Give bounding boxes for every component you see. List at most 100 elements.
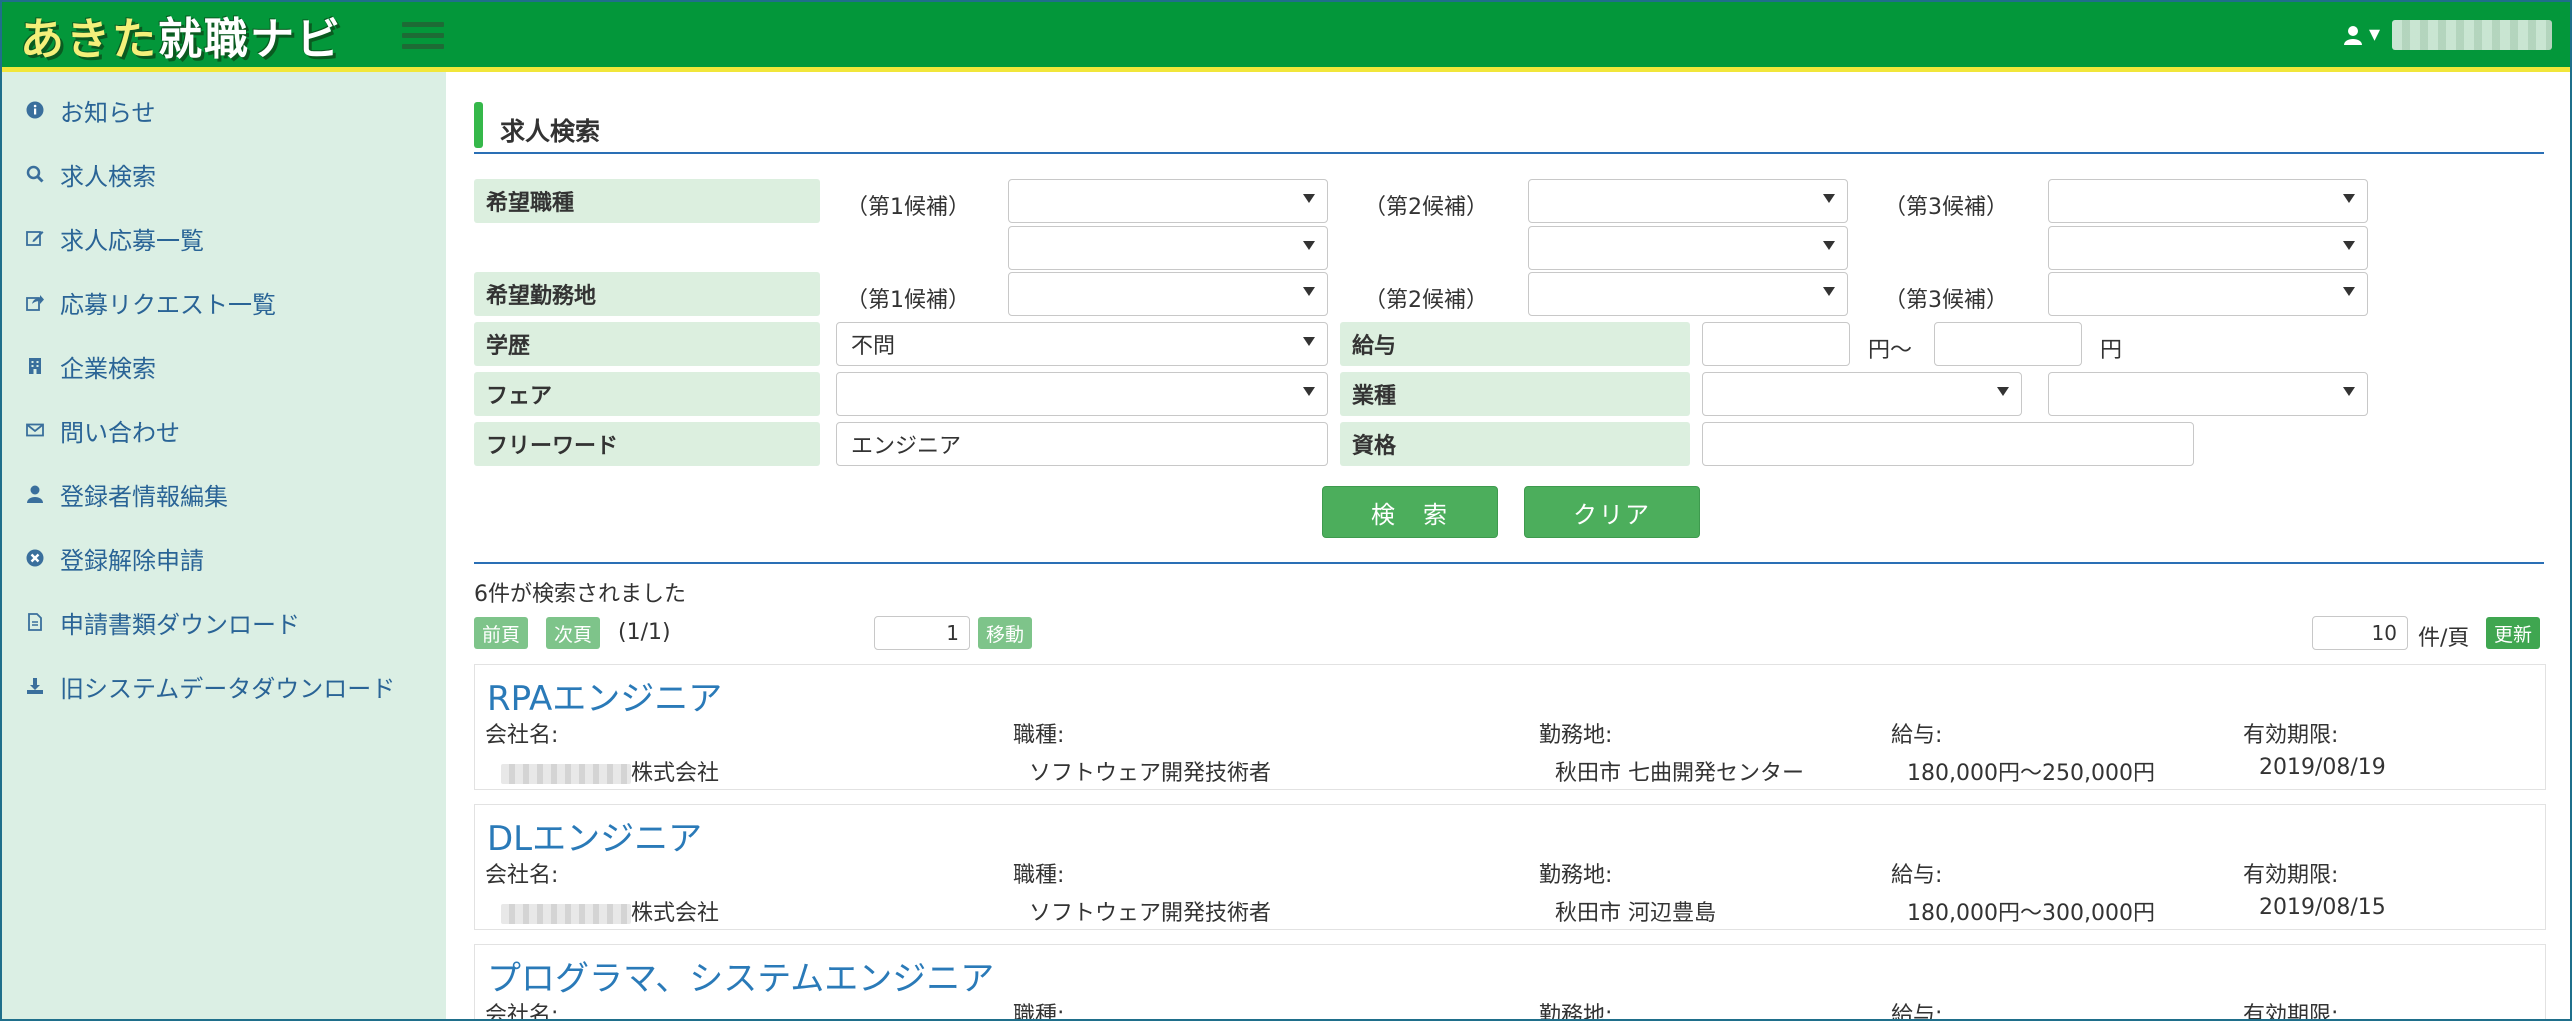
location-label: 勤務地: xyxy=(1539,1003,1613,1021)
page-indicator: (1/1) xyxy=(618,620,671,645)
location-col: 勤務地: 秋田市 七曲開発センター xyxy=(1539,717,1804,787)
location-select-2[interactable] xyxy=(1528,272,1848,316)
expiry-col: 有効期限: xyxy=(2243,997,2339,1021)
location-label: 希望勤務地 xyxy=(474,272,820,316)
user-name-redacted xyxy=(2392,20,2552,50)
main-content: 求人検索 希望職種 （第1候補） （第2候補） （第3候補） 希望勤務地 （第1… xyxy=(446,72,2570,1021)
hamburger-menu-icon[interactable] xyxy=(402,22,444,52)
chevron-down-icon xyxy=(1303,287,1315,296)
job-label: 職種: xyxy=(1013,723,1065,748)
per-page-input[interactable]: 10 xyxy=(2312,616,2408,650)
salary-value: 180,000円～300,000円 xyxy=(1907,901,2155,926)
qualification-input[interactable] xyxy=(1702,422,2194,466)
go-to-page-button[interactable]: 移動 xyxy=(978,617,1033,649)
job-type-sub-select-2[interactable] xyxy=(1528,226,1848,270)
location-label: 勤務地: xyxy=(1539,723,1613,748)
location-col: 勤務地: xyxy=(1539,997,1613,1021)
chevron-down-icon xyxy=(1303,337,1315,346)
company-suffix: 株式会社 xyxy=(631,761,720,786)
info-circle-icon xyxy=(24,99,46,121)
location-select-3[interactable] xyxy=(2048,272,2368,316)
company-label: 会社名: xyxy=(485,1003,559,1021)
search-icon xyxy=(24,163,46,185)
salary-label: 給与: xyxy=(1891,723,1943,748)
salary-unit-from: 円～ xyxy=(1868,338,1913,363)
result-count-text: 6件が検索されました xyxy=(474,582,686,607)
company-name-redacted xyxy=(501,904,631,924)
job-card: プログラマ、システムエンジニア 会社名: 職種: 勤務地: 給与: 有効期限: xyxy=(474,944,2546,1021)
times-circle-icon xyxy=(24,547,46,569)
sidebar-item-label: お知らせ xyxy=(60,98,156,127)
search-button[interactable]: 検 索 xyxy=(1322,486,1498,538)
prev-page-button[interactable]: 前頁 xyxy=(474,617,529,649)
sidebar-item-applications[interactable]: 求人応募一覧 xyxy=(2,206,446,270)
fair-label: フェア xyxy=(474,372,820,416)
fair-select[interactable] xyxy=(836,372,1328,416)
page-number-input[interactable]: 1 xyxy=(874,616,970,650)
industry-select-1[interactable] xyxy=(1702,372,2022,416)
sidebar-item-label: 求人検索 xyxy=(60,162,156,191)
sidebar-item-company-search[interactable]: 企業検索 xyxy=(2,334,446,398)
salary-label: 給与: xyxy=(1891,863,1943,888)
sidebar-item-notices[interactable]: お知らせ xyxy=(2,78,446,142)
next-page-button[interactable]: 次頁 xyxy=(546,617,601,649)
sidebar-item-legacy-download[interactable]: 旧システムデータダウンロード xyxy=(2,654,446,718)
chevron-down-icon xyxy=(1303,387,1315,396)
job-title-link[interactable]: DLエンジニア xyxy=(487,811,702,860)
user-icon xyxy=(24,483,46,505)
sidebar-item-label: 企業検索 xyxy=(60,354,156,383)
location-label: 勤務地: xyxy=(1539,863,1613,888)
salary-col: 給与: 180,000円～300,000円 xyxy=(1891,857,2155,927)
expiry-label: 有効期限: xyxy=(2243,1003,2339,1021)
industry-label: 業種 xyxy=(1340,372,1690,416)
job-type-sub-select-1[interactable] xyxy=(1008,226,1328,270)
job-label: 職種: xyxy=(1013,1003,1065,1021)
location-select-1[interactable] xyxy=(1008,272,1328,316)
freeword-input[interactable]: エンジニア xyxy=(836,422,1328,466)
clear-button[interactable]: クリア xyxy=(1524,486,1700,538)
qualification-label: 資格 xyxy=(1340,422,1690,466)
salary-value: 180,000円～250,000円 xyxy=(1907,761,2155,786)
sidebar-item-job-search[interactable]: 求人検索 xyxy=(2,142,446,206)
loc-cand3-label: （第3候補） xyxy=(1884,288,2008,313)
sidebar-item-profile-edit[interactable]: 登録者情報編集 xyxy=(2,462,446,526)
user-menu-button[interactable]: ▾ xyxy=(2343,22,2380,47)
sidebar-item-forms-download[interactable]: 申請書類ダウンロード xyxy=(2,590,446,654)
sidebar-item-label: 問い合わせ xyxy=(60,418,180,447)
job-title-link[interactable]: プログラマ、システムエンジニア xyxy=(487,951,994,1000)
company-col: 会社名: xyxy=(485,997,559,1021)
salary-col: 給与: 180,000円～250,000円 xyxy=(1891,717,2155,787)
education-select[interactable]: 不問 xyxy=(836,322,1328,366)
expiry-label: 有効期限: xyxy=(2243,863,2339,888)
salary-max-input[interactable] xyxy=(1934,322,2082,366)
refresh-button[interactable]: 更新 xyxy=(2486,617,2541,649)
industry-select-2[interactable] xyxy=(2048,372,2368,416)
sidebar-item-contact[interactable]: 問い合わせ xyxy=(2,398,446,462)
sidebar-item-label: 旧システムデータダウンロード xyxy=(60,674,396,703)
job-type-select-1[interactable] xyxy=(1008,179,1328,223)
site-logo[interactable]: あきた 就職ナビ xyxy=(20,8,342,65)
salary-min-input[interactable] xyxy=(1702,322,1850,366)
chevron-down-icon xyxy=(2343,387,2355,396)
logo-text-part2: 就職ナビ xyxy=(158,14,342,65)
logo-text-part1: あきた xyxy=(20,14,158,65)
page-title-bar: 求人検索 xyxy=(474,102,2544,154)
job-type-sub-select-3[interactable] xyxy=(2048,226,2368,270)
chevron-down-icon xyxy=(1823,241,1835,250)
sidebar-item-label: 応募リクエスト一覧 xyxy=(60,290,276,319)
company-label: 会社名: xyxy=(485,723,559,748)
page-title: 求人検索 xyxy=(500,117,601,146)
job-value: ソフトウェア開発技術者 xyxy=(1029,761,1272,786)
job-type-select-2[interactable] xyxy=(1528,179,1848,223)
job-type-select-3[interactable] xyxy=(2048,179,2368,223)
job-card: RPAエンジニア 会社名: 株式会社 職種: ソフトウェア開発技術者 勤務地: … xyxy=(474,664,2546,790)
chevron-down-icon: ▾ xyxy=(2368,22,2380,47)
sidebar-item-requests[interactable]: 応募リクエスト一覧 xyxy=(2,270,446,334)
sidebar-item-unregister[interactable]: 登録解除申請 xyxy=(2,526,446,590)
company-suffix: 株式会社 xyxy=(631,901,720,926)
expiry-value: 2019/08/19 xyxy=(2259,755,2386,780)
expiry-label: 有効期限: xyxy=(2243,723,2339,748)
education-label: 学歴 xyxy=(474,322,820,366)
job-title-link[interactable]: RPAエンジニア xyxy=(487,671,722,720)
job-col: 職種: ソフトウェア開発技術者 xyxy=(1013,717,1271,787)
